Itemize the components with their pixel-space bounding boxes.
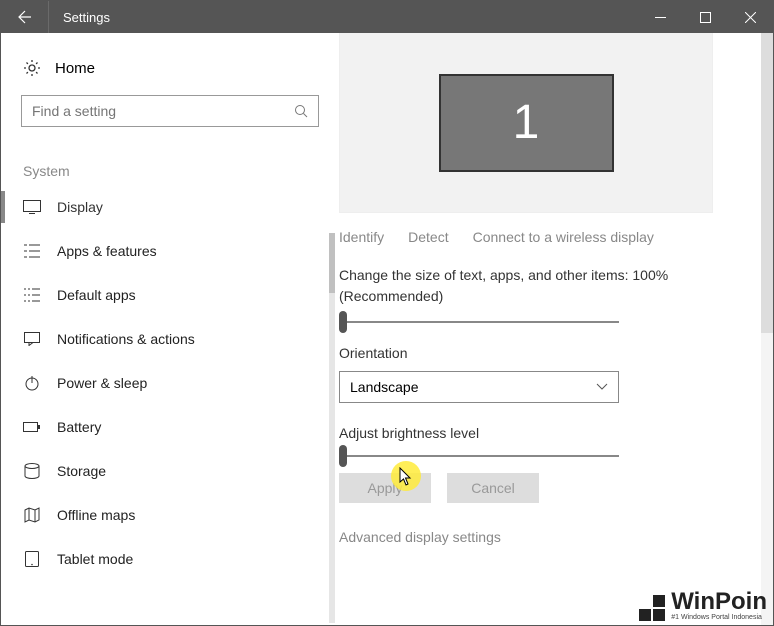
nav-label: Offline maps	[57, 507, 135, 523]
search-input[interactable]	[32, 103, 294, 119]
page-scroll-thumb[interactable]	[761, 33, 773, 333]
monitor-1[interactable]: 1	[439, 74, 614, 172]
nav-default-apps[interactable]: Default apps	[1, 273, 333, 317]
nav-list: Display Apps & features Default apps Not…	[1, 185, 333, 581]
display-preview[interactable]: 1	[339, 33, 713, 213]
default-apps-icon	[23, 287, 41, 303]
display-icon	[23, 200, 41, 214]
left-pane: Home System Display Apps & features Defa…	[1, 33, 339, 625]
watermark-tagline: #1 Windows Portal Indonesia	[671, 614, 767, 621]
back-button[interactable]	[1, 1, 49, 33]
watermark-brand: WinPoin	[671, 590, 767, 614]
search-box[interactable]	[21, 95, 319, 127]
nav-apps[interactable]: Apps & features	[1, 229, 333, 273]
watermark: WinPoin #1 Windows Portal Indonesia	[639, 590, 767, 621]
chevron-down-icon	[596, 383, 608, 391]
search-icon	[294, 104, 308, 118]
left-scrollbar[interactable]	[329, 233, 335, 623]
maximize-button[interactable]	[683, 1, 728, 33]
window-title: Settings	[49, 10, 638, 25]
nav-label: Battery	[57, 419, 101, 435]
detect-link[interactable]: Detect	[408, 229, 448, 245]
monitor-number: 1	[513, 95, 540, 150]
nav-label: Apps & features	[57, 243, 157, 259]
apps-icon	[23, 243, 41, 259]
nav-display[interactable]: Display	[1, 185, 333, 229]
gear-icon	[23, 59, 41, 77]
orientation-dropdown[interactable]: Landscape	[339, 371, 619, 403]
nav-label: Display	[57, 199, 103, 215]
brightness-slider[interactable]	[339, 455, 619, 457]
left-scroll-thumb[interactable]	[329, 233, 335, 293]
brightness-slider-thumb[interactable]	[339, 445, 347, 467]
storage-icon	[23, 463, 41, 479]
scale-slider-thumb[interactable]	[339, 311, 347, 333]
home-link[interactable]: Home	[21, 53, 319, 95]
power-icon	[23, 375, 41, 391]
close-icon	[745, 12, 756, 23]
nav-storage[interactable]: Storage	[1, 449, 333, 493]
page-scrollbar[interactable]	[761, 33, 773, 625]
nav-power[interactable]: Power & sleep	[1, 361, 333, 405]
nav-battery[interactable]: Battery	[1, 405, 333, 449]
nav-label: Tablet mode	[57, 551, 133, 567]
nav-label: Notifications & actions	[57, 331, 195, 347]
apply-button[interactable]: Apply	[339, 473, 431, 503]
minimize-icon	[655, 12, 666, 23]
orientation-label: Orientation	[339, 345, 733, 361]
nav-label: Storage	[57, 463, 106, 479]
nav-offline-maps[interactable]: Offline maps	[1, 493, 333, 537]
nav-label: Power & sleep	[57, 375, 147, 391]
maximize-icon	[700, 12, 711, 23]
wireless-link[interactable]: Connect to a wireless display	[473, 229, 654, 245]
scale-slider[interactable]	[339, 321, 619, 323]
nav-tablet[interactable]: Tablet mode	[1, 537, 333, 581]
display-links: Identify Detect Connect to a wireless di…	[339, 213, 733, 265]
notifications-icon	[23, 332, 41, 346]
identify-link[interactable]: Identify	[339, 229, 384, 245]
maps-icon	[23, 507, 41, 523]
tablet-icon	[23, 551, 41, 567]
arrow-left-icon	[17, 9, 33, 25]
close-button[interactable]	[728, 1, 773, 33]
orientation-value: Landscape	[350, 379, 419, 395]
titlebar: Settings	[1, 1, 773, 33]
home-label: Home	[55, 60, 95, 77]
cancel-button[interactable]: Cancel	[447, 473, 539, 503]
minimize-button[interactable]	[638, 1, 683, 33]
scale-label: Change the size of text, apps, and other…	[339, 265, 733, 307]
right-pane: 1 Identify Detect Connect to a wireless …	[339, 33, 773, 625]
battery-icon	[23, 421, 41, 433]
section-label: System	[21, 163, 319, 179]
brightness-label: Adjust brightness level	[339, 425, 733, 441]
nav-label: Default apps	[57, 287, 136, 303]
advanced-link[interactable]: Advanced display settings	[339, 529, 733, 545]
nav-notifications[interactable]: Notifications & actions	[1, 317, 333, 361]
winpoin-logo-icon	[639, 595, 665, 621]
